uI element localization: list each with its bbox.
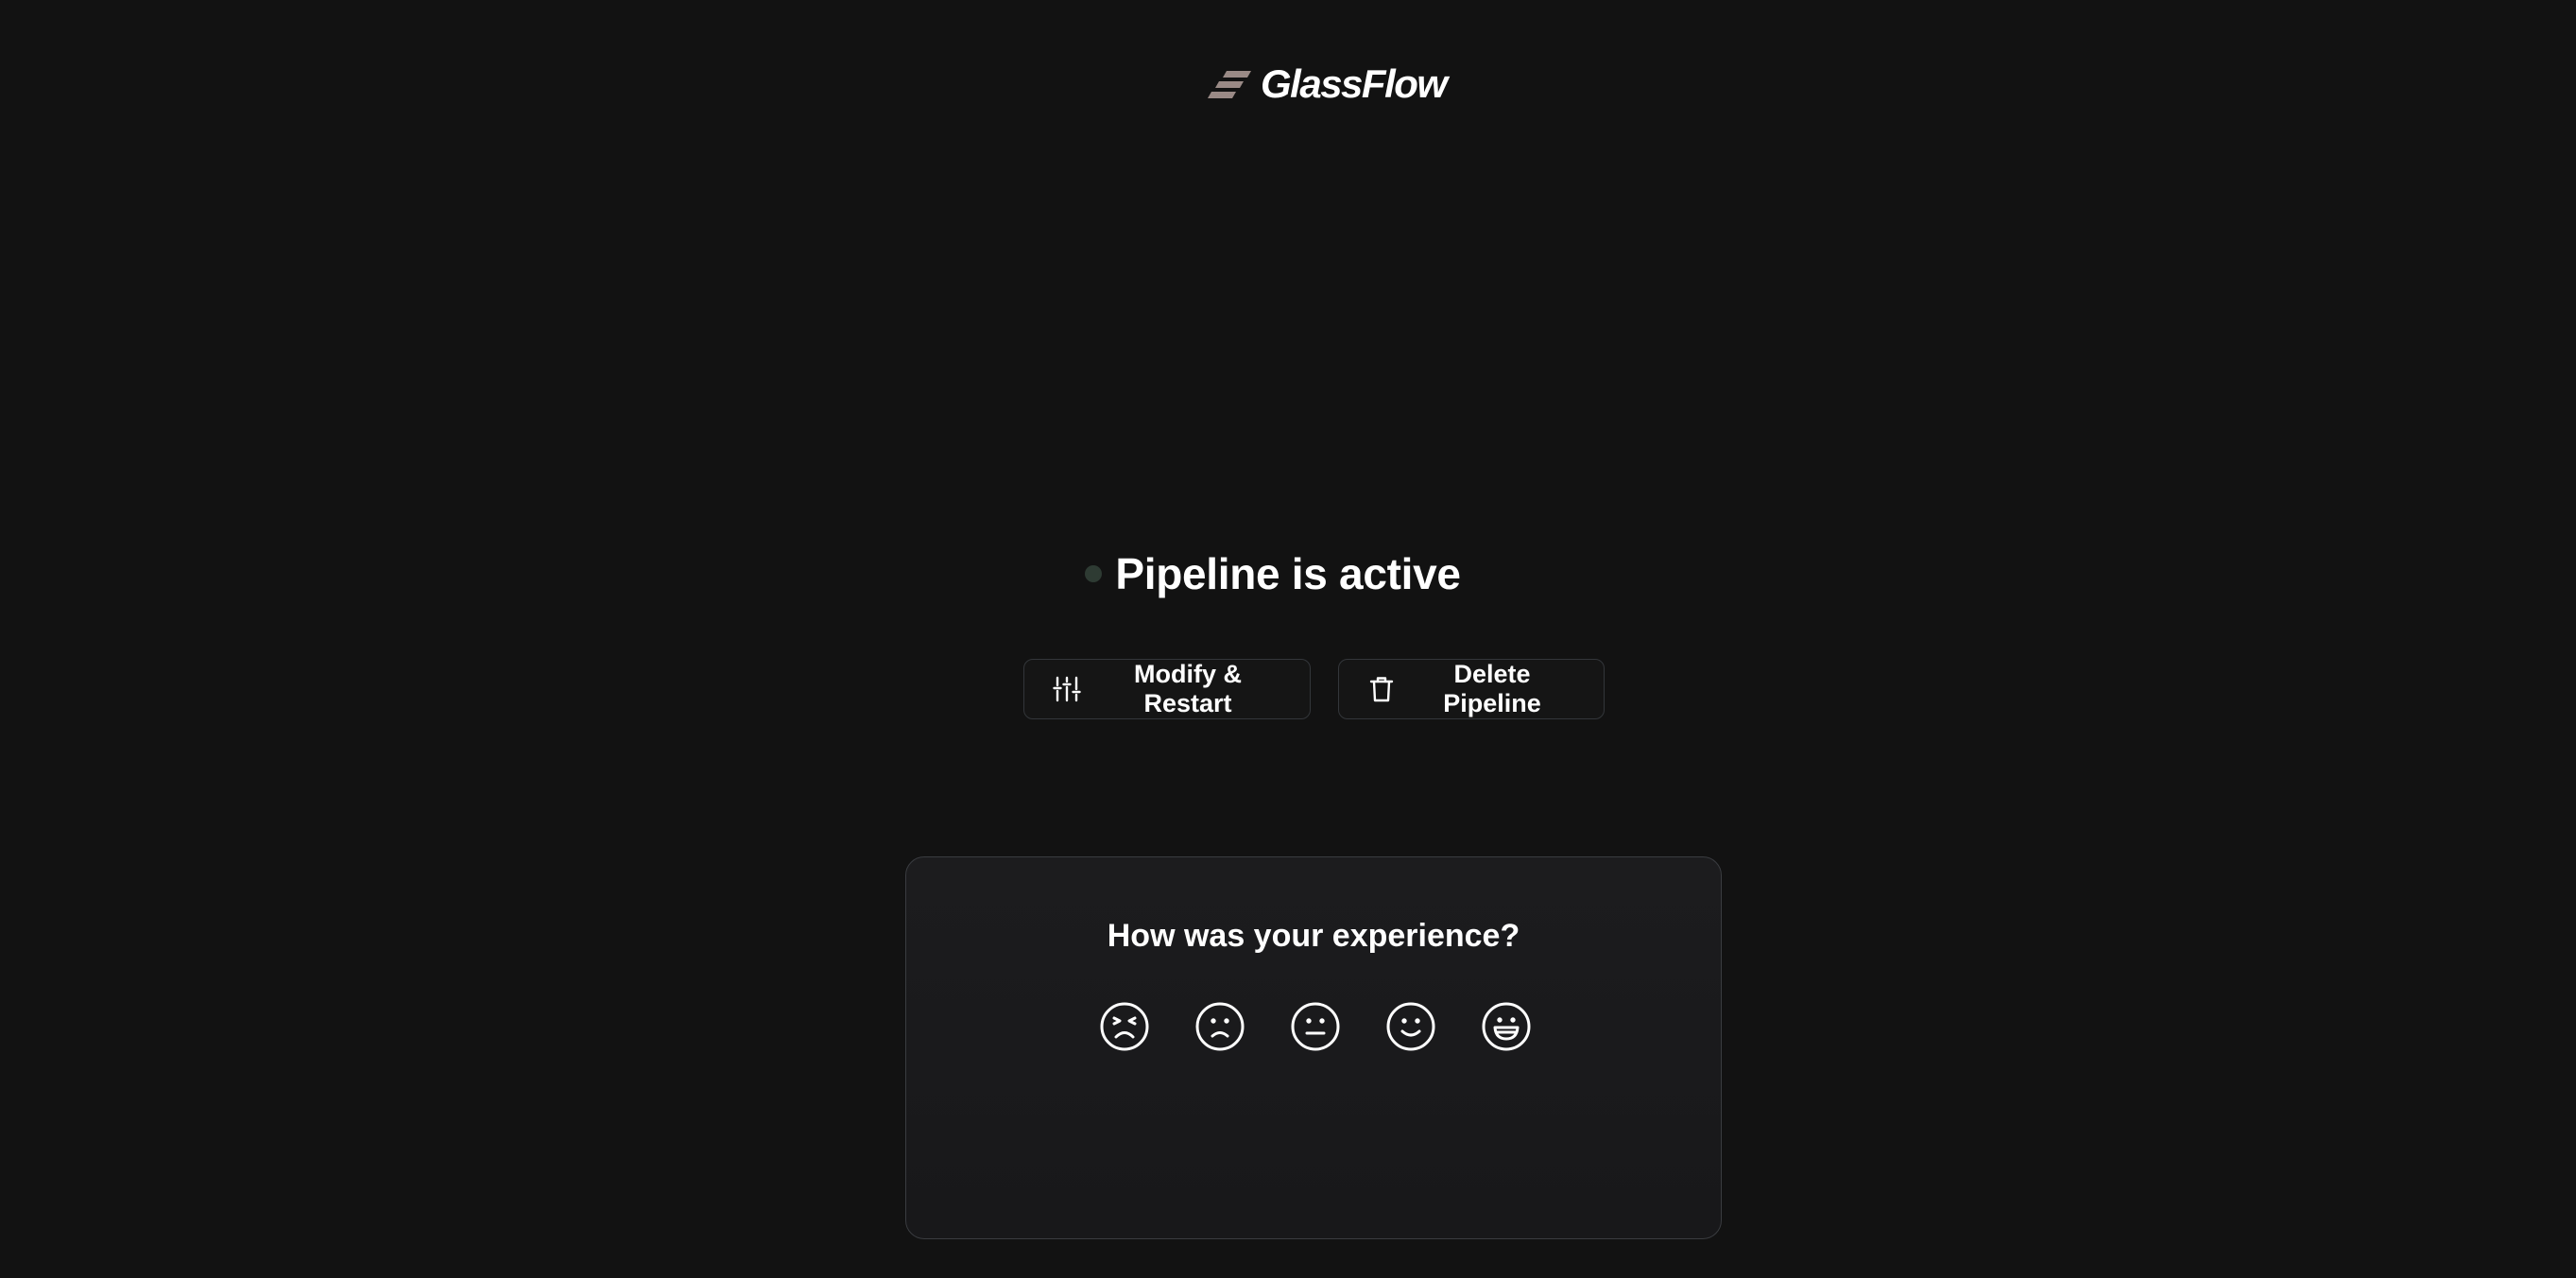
feedback-card: How was your experience? bbox=[905, 856, 1722, 1239]
sliders-icon bbox=[1053, 676, 1081, 702]
brand-name: GlassFlow bbox=[1261, 61, 1448, 106]
delete-pipeline-label: Delete Pipeline bbox=[1443, 660, 1541, 717]
pipeline-status-page: GlassFlow Pipeline is active Modify & Re… bbox=[0, 0, 2576, 1278]
feedback-question: How was your experience? bbox=[1107, 918, 1520, 954]
neutral-face-icon bbox=[1291, 1002, 1340, 1051]
very-happy-face-icon bbox=[1482, 1002, 1531, 1051]
unhappy-face-icon bbox=[1195, 1002, 1245, 1051]
happy-face-icon bbox=[1386, 1002, 1435, 1051]
very-unhappy-face-icon bbox=[1100, 1002, 1149, 1051]
rating-option-happy[interactable] bbox=[1385, 1001, 1436, 1052]
page-title: Pipeline is active bbox=[1115, 549, 1461, 598]
modify-restart-label: Modify & Restart bbox=[1134, 660, 1242, 717]
feedback-rating bbox=[1099, 1001, 1532, 1052]
pipeline-status: Pipeline is active bbox=[0, 548, 2576, 599]
modify-restart-button[interactable]: Modify & Restart bbox=[1023, 659, 1311, 719]
pipeline-actions: Modify & Restart Delete Pipeline bbox=[1023, 659, 1605, 719]
brand-logo: GlassFlow bbox=[1208, 60, 1448, 108]
rating-option-very-unhappy[interactable] bbox=[1099, 1001, 1150, 1052]
delete-pipeline-button[interactable]: Delete Pipeline bbox=[1338, 659, 1605, 719]
status-indicator-dot bbox=[1085, 565, 1103, 582]
logo-mark-icon bbox=[1208, 71, 1251, 98]
rating-option-unhappy[interactable] bbox=[1194, 1001, 1245, 1052]
rating-option-neutral[interactable] bbox=[1290, 1001, 1341, 1052]
rating-option-very-happy[interactable] bbox=[1481, 1001, 1532, 1052]
trash-icon bbox=[1369, 677, 1394, 702]
